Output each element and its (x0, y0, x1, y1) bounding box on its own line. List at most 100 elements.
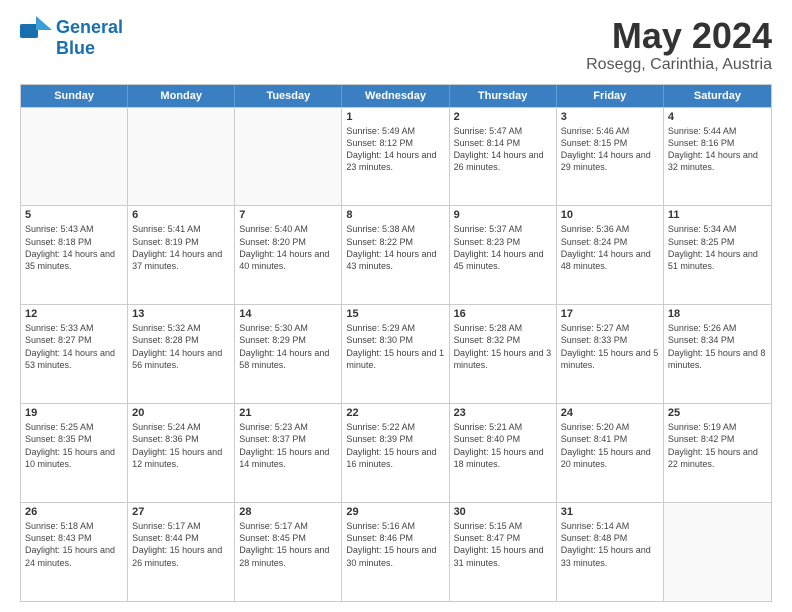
empty-cell-0-1 (128, 108, 235, 206)
cell-info: Sunrise: 5:19 AM Sunset: 8:42 PM Dayligh… (668, 421, 767, 470)
day-number: 29 (346, 506, 444, 518)
cell-info: Sunrise: 5:16 AM Sunset: 8:46 PM Dayligh… (346, 520, 444, 569)
day-number: 4 (668, 111, 767, 123)
cell-info: Sunrise: 5:24 AM Sunset: 8:36 PM Dayligh… (132, 421, 230, 470)
main-title: May 2024 (586, 16, 772, 56)
cell-info: Sunrise: 5:15 AM Sunset: 8:47 PM Dayligh… (454, 520, 552, 569)
cell-info: Sunrise: 5:44 AM Sunset: 8:16 PM Dayligh… (668, 125, 767, 174)
day-number: 7 (239, 209, 337, 221)
day-cell-4: 4 Sunrise: 5:44 AM Sunset: 8:16 PM Daylig… (664, 108, 771, 206)
day-number: 2 (454, 111, 552, 123)
day-cell-10: 10 Sunrise: 5:36 AM Sunset: 8:24 PM Dayli… (557, 206, 664, 304)
day-number: 19 (25, 407, 123, 419)
logo: General Blue (20, 16, 123, 59)
day-cell-14: 14Sunrise: 5:30 AM Sunset: 8:29 PM Dayli… (235, 305, 342, 403)
header-tuesday: Tuesday (235, 85, 342, 107)
day-cell-29: 29 Sunrise: 5:16 AM Sunset: 8:46 PM Dayli… (342, 503, 449, 601)
cell-info: Sunrise: 5:41 AM Sunset: 8:19 PM Dayligh… (132, 223, 230, 272)
day-number: 31 (561, 506, 659, 518)
header-monday: Monday (128, 85, 235, 107)
day-cell-1: 1 Sunrise: 5:49 AM Sunset: 8:12 PM Daylig… (342, 108, 449, 206)
day-number: 28 (239, 506, 337, 518)
header-wednesday: Wednesday (342, 85, 449, 107)
cell-info: Sunrise: 5:32 AM Sunset: 8:28 PM Dayligh… (132, 322, 230, 371)
day-number: 5 (25, 209, 123, 221)
day-cell-31: 31Sunrise: 5:14 AM Sunset: 8:48 PM Dayli… (557, 503, 664, 601)
day-number: 18 (668, 308, 767, 320)
week-row-3: 12Sunrise: 5:33 AM Sunset: 8:27 PM Dayli… (21, 304, 771, 403)
cell-info: Sunrise: 5:38 AM Sunset: 8:22 PM Dayligh… (346, 223, 444, 272)
cell-info: Sunrise: 5:23 AM Sunset: 8:37 PM Dayligh… (239, 421, 337, 470)
day-number: 25 (668, 407, 767, 419)
day-number: 10 (561, 209, 659, 221)
cell-info: Sunrise: 5:29 AM Sunset: 8:30 PM Dayligh… (346, 322, 444, 371)
day-number: 22 (346, 407, 444, 419)
day-cell-21: 21 Sunrise: 5:23 AM Sunset: 8:37 PM Dayli… (235, 404, 342, 502)
calendar-body: 1 Sunrise: 5:49 AM Sunset: 8:12 PM Daylig… (21, 107, 771, 601)
day-cell-11: 11 Sunrise: 5:34 AM Sunset: 8:25 PM Dayli… (664, 206, 771, 304)
day-cell-7: 7Sunrise: 5:40 AM Sunset: 8:20 PM Daylig… (235, 206, 342, 304)
day-number: 15 (346, 308, 444, 320)
day-cell-25: 25 Sunrise: 5:19 AM Sunset: 8:42 PM Dayli… (664, 404, 771, 502)
day-cell-15: 15 Sunrise: 5:29 AM Sunset: 8:30 PM Dayli… (342, 305, 449, 403)
title-block: May 2024 Rosegg, Carinthia, Austria (586, 16, 772, 74)
day-number: 16 (454, 308, 552, 320)
header-saturday: Saturday (664, 85, 771, 107)
cell-info: Sunrise: 5:26 AM Sunset: 8:34 PM Dayligh… (668, 322, 767, 371)
day-cell-3: 3 Sunrise: 5:46 AM Sunset: 8:15 PM Daylig… (557, 108, 664, 206)
day-number: 24 (561, 407, 659, 419)
day-number: 23 (454, 407, 552, 419)
cell-info: Sunrise: 5:28 AM Sunset: 8:32 PM Dayligh… (454, 322, 552, 371)
day-cell-30: 30 Sunrise: 5:15 AM Sunset: 8:47 PM Dayli… (450, 503, 557, 601)
week-row-4: 19Sunrise: 5:25 AM Sunset: 8:35 PM Dayli… (21, 403, 771, 502)
week-row-1: 1 Sunrise: 5:49 AM Sunset: 8:12 PM Daylig… (21, 107, 771, 206)
day-cell-19: 19Sunrise: 5:25 AM Sunset: 8:35 PM Dayli… (21, 404, 128, 502)
cell-info: Sunrise: 5:46 AM Sunset: 8:15 PM Dayligh… (561, 125, 659, 174)
logo-blue-text: Blue (56, 38, 95, 59)
day-cell-28: 28 Sunrise: 5:17 AM Sunset: 8:45 PM Dayli… (235, 503, 342, 601)
cell-info: Sunrise: 5:36 AM Sunset: 8:24 PM Dayligh… (561, 223, 659, 272)
day-number: 9 (454, 209, 552, 221)
day-number: 21 (239, 407, 337, 419)
day-cell-8: 8 Sunrise: 5:38 AM Sunset: 8:22 PM Daylig… (342, 206, 449, 304)
calendar-header: Sunday Monday Tuesday Wednesday Thursday… (21, 85, 771, 107)
day-cell-16: 16 Sunrise: 5:28 AM Sunset: 8:32 PM Dayli… (450, 305, 557, 403)
day-number: 8 (346, 209, 444, 221)
day-cell-26: 26Sunrise: 5:18 AM Sunset: 8:43 PM Dayli… (21, 503, 128, 601)
day-cell-9: 9Sunrise: 5:37 AM Sunset: 8:23 PM Daylig… (450, 206, 557, 304)
cell-info: Sunrise: 5:21 AM Sunset: 8:40 PM Dayligh… (454, 421, 552, 470)
day-number: 1 (346, 111, 444, 123)
cell-info: Sunrise: 5:49 AM Sunset: 8:12 PM Dayligh… (346, 125, 444, 174)
day-number: 3 (561, 111, 659, 123)
day-cell-22: 22 Sunrise: 5:22 AM Sunset: 8:39 PM Dayli… (342, 404, 449, 502)
day-cell-5: 5Sunrise: 5:43 AM Sunset: 8:18 PM Daylig… (21, 206, 128, 304)
cell-info: Sunrise: 5:18 AM Sunset: 8:43 PM Dayligh… (25, 520, 123, 569)
day-number: 6 (132, 209, 230, 221)
day-number: 13 (132, 308, 230, 320)
day-number: 12 (25, 308, 123, 320)
day-number: 11 (668, 209, 767, 221)
day-cell-13: 13 Sunrise: 5:32 AM Sunset: 8:28 PM Dayli… (128, 305, 235, 403)
header: General Blue May 2024 Rosegg, Carinthia,… (20, 16, 772, 74)
header-thursday: Thursday (450, 85, 557, 107)
cell-info: Sunrise: 5:17 AM Sunset: 8:45 PM Dayligh… (239, 520, 337, 569)
calendar: Sunday Monday Tuesday Wednesday Thursday… (20, 84, 772, 602)
day-cell-20: 20 Sunrise: 5:24 AM Sunset: 8:36 PM Dayli… (128, 404, 235, 502)
day-cell-12: 12Sunrise: 5:33 AM Sunset: 8:27 PM Dayli… (21, 305, 128, 403)
day-number: 27 (132, 506, 230, 518)
day-cell-6: 6 Sunrise: 5:41 AM Sunset: 8:19 PM Daylig… (128, 206, 235, 304)
empty-cell-4-6 (664, 503, 771, 601)
cell-info: Sunrise: 5:22 AM Sunset: 8:39 PM Dayligh… (346, 421, 444, 470)
day-cell-27: 27Sunrise: 5:17 AM Sunset: 8:44 PM Dayli… (128, 503, 235, 601)
day-cell-17: 17Sunrise: 5:27 AM Sunset: 8:33 PM Dayli… (557, 305, 664, 403)
cell-info: Sunrise: 5:27 AM Sunset: 8:33 PM Dayligh… (561, 322, 659, 371)
empty-cell-0-0 (21, 108, 128, 206)
header-sunday: Sunday (21, 85, 128, 107)
cell-info: Sunrise: 5:34 AM Sunset: 8:25 PM Dayligh… (668, 223, 767, 272)
day-number: 20 (132, 407, 230, 419)
empty-cell-0-2 (235, 108, 342, 206)
subtitle: Rosegg, Carinthia, Austria (586, 56, 772, 74)
day-number: 30 (454, 506, 552, 518)
week-row-2: 5Sunrise: 5:43 AM Sunset: 8:18 PM Daylig… (21, 205, 771, 304)
cell-info: Sunrise: 5:47 AM Sunset: 8:14 PM Dayligh… (454, 125, 552, 174)
